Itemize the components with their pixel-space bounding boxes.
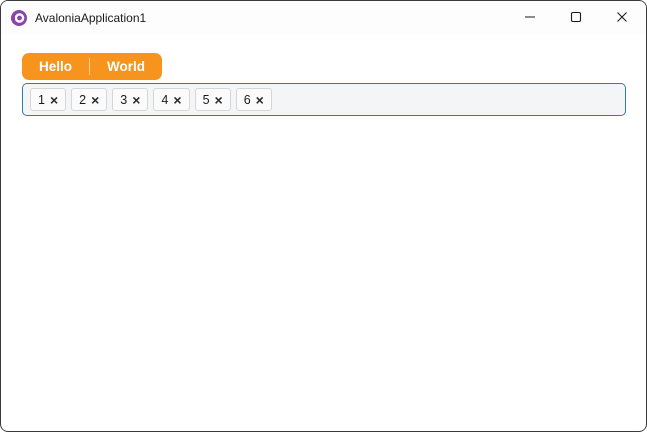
avalonia-logo-icon [11, 10, 27, 26]
chip-label: 3 [120, 92, 128, 107]
minimize-button[interactable] [507, 1, 553, 33]
app-window: AvaloniaApplication1 Hello World 1 × 2 ×… [0, 0, 647, 432]
hello-world-segmented-control: Hello World [22, 53, 163, 80]
close-button[interactable] [599, 1, 645, 33]
chip-remove-icon[interactable]: × [215, 93, 223, 107]
chip-remove-icon[interactable]: × [50, 93, 58, 107]
tags-input[interactable]: 1 × 2 × 3 × 4 × 5 × 6 × [22, 83, 626, 116]
chip-label: 4 [161, 92, 169, 107]
minimize-icon [525, 16, 535, 18]
chip-5: 5 × [194, 88, 231, 111]
chip-2: 2 × [71, 88, 108, 111]
chip-4: 4 × [153, 88, 190, 111]
chip-6: 6 × [235, 88, 272, 111]
maximize-button[interactable] [553, 1, 599, 33]
content-area [2, 121, 645, 430]
titlebar: AvaloniaApplication1 [1, 1, 646, 35]
chip-label: 6 [243, 92, 251, 107]
close-icon [617, 12, 627, 22]
chip-3: 3 × [112, 88, 149, 111]
chip-remove-icon[interactable]: × [132, 93, 140, 107]
chip-label: 5 [202, 92, 210, 107]
chip-remove-icon[interactable]: × [256, 93, 264, 107]
world-button[interactable]: World [90, 53, 162, 80]
window-controls [507, 1, 645, 33]
chip-remove-icon[interactable]: × [173, 93, 181, 107]
window-title: AvaloniaApplication1 [35, 11, 147, 25]
chip-remove-icon[interactable]: × [91, 93, 99, 107]
chip-label: 2 [79, 92, 87, 107]
chip-label: 1 [38, 92, 45, 107]
maximize-icon [570, 11, 582, 23]
hello-button[interactable]: Hello [22, 53, 89, 80]
chip-1: 1 × [30, 88, 67, 111]
